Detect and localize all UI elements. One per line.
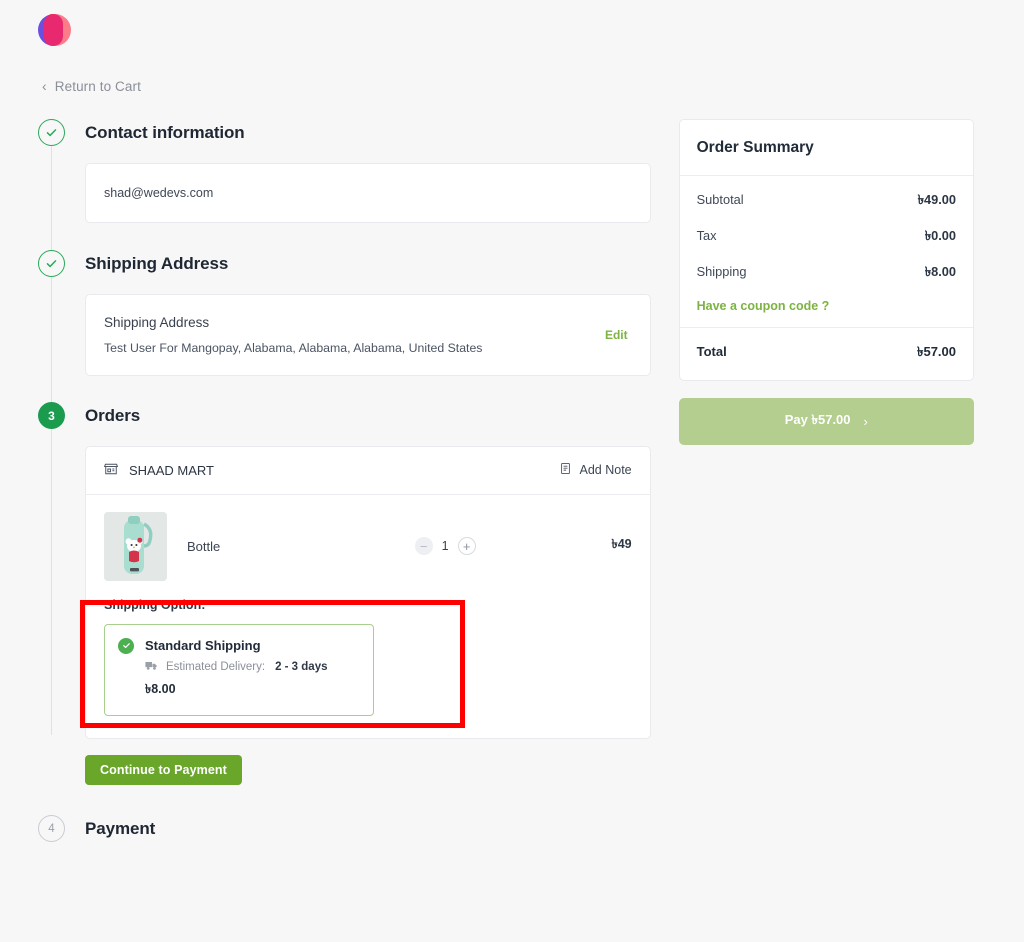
storefront-icon xyxy=(103,462,119,479)
return-to-cart-label: Return to Cart xyxy=(54,79,141,94)
quantity-decrease-button[interactable]: − xyxy=(414,537,433,555)
step-shipping-title: Shipping Address xyxy=(85,253,229,273)
step-contact-information: Contact information shad@wedevs.com xyxy=(38,119,651,223)
step-shipping-address: Shipping Address Shipping Address Test U… xyxy=(38,250,651,376)
step-contact-body: shad@wedevs.com xyxy=(85,162,651,223)
dokan-logo xyxy=(38,12,72,48)
step-orders-status-icon: 3 xyxy=(38,402,65,429)
step-orders-number: 3 xyxy=(48,408,55,423)
store-name-label: SHAAD MART xyxy=(129,462,214,478)
chevron-right-icon: › xyxy=(863,413,868,429)
step-payment-number: 4 xyxy=(48,822,55,835)
step-contact-status-icon xyxy=(38,119,65,146)
quantity-value: 1 xyxy=(441,539,449,553)
truck-icon xyxy=(145,660,158,674)
step-contact-title: Contact information xyxy=(85,122,245,142)
checkout-content: Contact information shad@wedevs.com Ship… xyxy=(0,97,1024,843)
edit-shipping-address-link[interactable]: Edit xyxy=(605,328,628,342)
summary-row-total: Total ৳57.00 xyxy=(680,328,973,380)
summary-total-value: ৳57.00 xyxy=(916,343,956,359)
step-payment-header: 4 Payment xyxy=(38,815,651,843)
order-summary-title: Order Summary xyxy=(696,138,814,156)
product-name: Bottle xyxy=(187,538,221,554)
step-shipping-header: Shipping Address xyxy=(38,250,651,278)
add-note-label: Add Note xyxy=(579,463,632,477)
product-row: Bottle − 1 + ৳49 xyxy=(86,495,650,598)
step-orders: 3 Orders SHAAD MART Add Note Bottle − 1 … xyxy=(38,402,651,785)
step-payment-status-icon: 4 xyxy=(38,815,65,842)
shipping-address-value: Test User For Mangopay, Alabama, Alabama… xyxy=(104,340,483,355)
logo-shape-middle xyxy=(44,14,63,46)
check-circle-icon xyxy=(118,637,134,654)
summary-subtotal-value: ৳49.00 xyxy=(917,191,956,207)
pay-button[interactable]: Pay ৳57.00 › xyxy=(678,397,974,445)
summary-tax-label: Tax xyxy=(696,227,717,243)
summary-shipping-value: ৳8.00 xyxy=(924,263,956,279)
summary-subtotal-label: Subtotal xyxy=(696,191,744,207)
shipping-option-label: Shipping Option: xyxy=(104,597,206,612)
page-header xyxy=(0,0,1024,48)
shipping-address-card-label: Shipping Address xyxy=(104,314,210,330)
summary-row-tax: Tax ৳0.00 xyxy=(697,227,956,248)
shipping-option-eta-label: Estimated Delivery: xyxy=(166,660,266,673)
step-orders-title: Orders xyxy=(85,405,141,425)
pay-button-label: Pay ৳57.00 xyxy=(784,411,851,427)
shipping-option-heading: Standard Shipping xyxy=(118,637,359,654)
product-line-price: ৳49 xyxy=(611,537,632,551)
order-summary-card: Order Summary Subtotal ৳49.00 Tax ৳0.00 … xyxy=(678,118,974,381)
quantity-increase-button[interactable]: + xyxy=(457,537,476,555)
summary-row-subtotal: Subtotal ৳49.00 xyxy=(697,191,956,212)
shipping-option-block: Shipping Option: Standard Shipping Estim… xyxy=(86,598,650,738)
order-summary-header: Order Summary xyxy=(679,120,973,176)
return-to-cart-link[interactable]: ‹ Return to Cart xyxy=(42,77,141,95)
checkout-steps-column: Contact information shad@wedevs.com Ship… xyxy=(38,119,651,843)
step-payment: 4 Payment xyxy=(38,815,651,843)
step-shipping-body: Shipping Address Test User For Mangopay,… xyxy=(85,293,651,376)
summary-shipping-label: Shipping xyxy=(696,263,747,279)
shipping-option-eta: Estimated Delivery: 2 - 3 days xyxy=(145,660,359,674)
shipping-option-standard[interactable]: Standard Shipping Estimated Delivery: 2 … xyxy=(104,623,374,716)
contact-email-value: shad@wedevs.com xyxy=(104,185,214,200)
summary-total-label: Total xyxy=(696,343,727,359)
order-summary-column: Order Summary Subtotal ৳49.00 Tax ৳0.00 … xyxy=(678,118,974,445)
bottle-thumbnail xyxy=(104,511,167,581)
summary-tax-value: ৳0.00 xyxy=(924,227,956,243)
step-orders-header: 3 Orders xyxy=(38,402,651,430)
chevron-left-icon: ‹ xyxy=(42,77,47,94)
store-row: SHAAD MART Add Note xyxy=(86,447,650,495)
step-contact-header: Contact information xyxy=(38,119,651,147)
coupon-code-link[interactable]: Have a coupon code ? xyxy=(697,299,956,313)
note-icon xyxy=(559,462,572,478)
shipping-option-price: ৳8.00 xyxy=(145,681,176,696)
quantity-stepper: − 1 + xyxy=(414,537,476,555)
shipping-address-card: Shipping Address Test User For Mangopay,… xyxy=(85,293,651,376)
step-payment-title: Payment xyxy=(85,818,156,838)
shipping-option-eta-days: 2 - 3 days xyxy=(275,660,328,673)
store-name-group: SHAAD MART xyxy=(103,462,214,479)
summary-row-shipping: Shipping ৳8.00 xyxy=(697,263,956,284)
shipping-option-name: Standard Shipping xyxy=(145,638,261,653)
order-summary-rows: Subtotal ৳49.00 Tax ৳0.00 Shipping ৳8.00… xyxy=(679,176,973,328)
order-card: SHAAD MART Add Note Bottle − 1 + ৳49 Shi… xyxy=(85,445,651,739)
contact-email-card[interactable]: shad@wedevs.com xyxy=(85,162,651,223)
step-shipping-status-icon xyxy=(38,250,65,277)
step-orders-body: SHAAD MART Add Note Bottle − 1 + ৳49 Shi… xyxy=(85,445,651,739)
continue-to-payment-button[interactable]: Continue to Payment xyxy=(85,754,242,785)
add-note-button[interactable]: Add Note xyxy=(559,462,632,478)
